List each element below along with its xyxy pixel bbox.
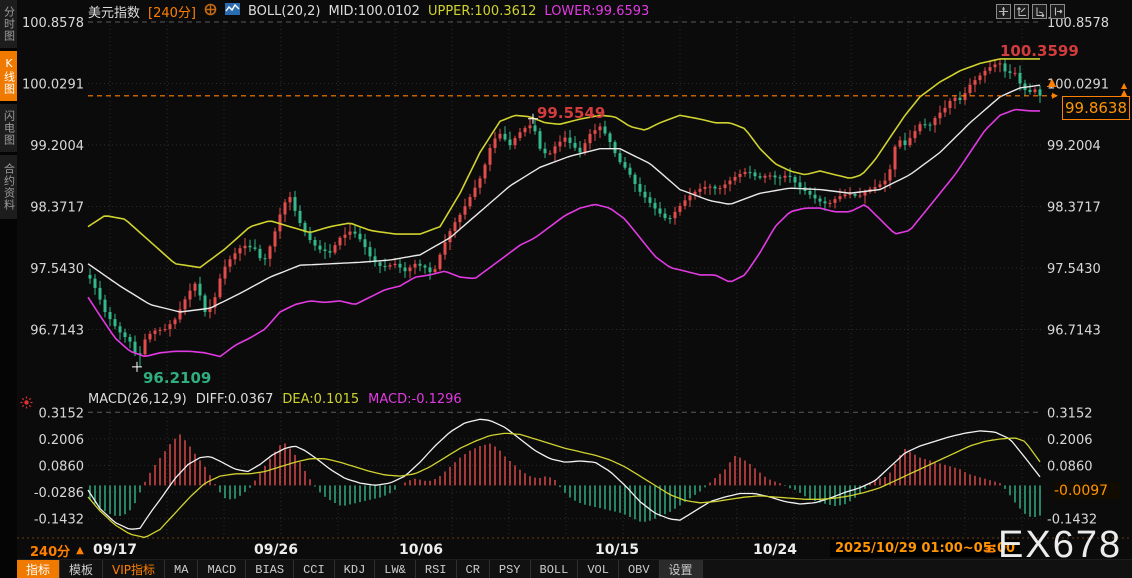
target-icon[interactable]	[204, 3, 217, 20]
chart-canvas[interactable]: 100.8578 100.8578100.0291 100.029199.2004 9…	[0, 0, 1132, 578]
timeframe-label: 240分	[30, 545, 71, 560]
toolbar-item-5[interactable]: MACD	[198, 560, 247, 578]
left-sidebar: 分时图 K线图闪电图合约资料	[0, 0, 17, 578]
alert-sun-icon[interactable]	[20, 394, 33, 413]
toolbar-item-9[interactable]: LW&	[375, 560, 416, 578]
toolbar-item-13[interactable]: BOLL	[531, 560, 579, 578]
svg-text:0.0860: 0.0860	[1047, 459, 1093, 474]
symbol-name: 美元指数	[88, 5, 141, 21]
boll-label: BOLL(20,2)	[247, 3, 321, 19]
svg-text:10/06: 10/06	[399, 542, 443, 558]
sidebar-tab-3[interactable]: 闪电图	[0, 104, 17, 152]
price-flag-icon: ▲	[1047, 77, 1057, 88]
axis-zoom-y-icon[interactable]	[1014, 4, 1029, 19]
toolbar-item-10[interactable]: RSI	[416, 560, 457, 578]
menu-icon[interactable]: ≡	[984, 541, 996, 557]
chart-header: 美元指数 [240分] BOLL(20,2) MID:100.0102 UPPE…	[88, 3, 650, 21]
sidebar-tab-1[interactable]: 分时图	[0, 0, 17, 48]
toolbar-item-6[interactable]: BIAS	[246, 560, 295, 578]
app-window: 100.8578 100.8578 100.0291 100.0291 99.2004 9…	[0, 0, 1132, 578]
annotation-period-low: 96.2109	[143, 369, 212, 387]
chart-type-icon[interactable]	[224, 3, 240, 19]
toolbar-item-1[interactable]: 指标	[17, 560, 61, 578]
svg-text:0.0860: 0.0860	[39, 459, 85, 474]
svg-text:97.5430: 97.5430	[1047, 262, 1101, 277]
indicator-toolbar: 指标 模板 VIP指标 MA MACD BIAS CCI KDJ LW& RSI CR PSY BOLL…	[17, 559, 1132, 578]
axis-zoom-x-icon[interactable]	[1032, 4, 1047, 19]
window-tool-icons	[996, 4, 1065, 19]
svg-text:09/17: 09/17	[93, 542, 137, 558]
svg-text:100.8578: 100.8578	[22, 16, 84, 31]
timeframe-up-arrow-icon: ▲	[76, 545, 84, 556]
toolbar-item-4[interactable]: MA	[165, 560, 199, 578]
svg-text:96.7143: 96.7143	[1047, 323, 1101, 338]
svg-text:-0.0286: -0.0286	[34, 486, 84, 501]
svg-text:98.3717: 98.3717	[1047, 200, 1101, 215]
timeframe-indicator[interactable]: 240分 ▲	[30, 541, 84, 560]
brand-watermark: EX678	[998, 524, 1123, 566]
macd-header: MACD(26,12,9) DIFF:0.0367 DEA:0.1015 MAC…	[88, 392, 462, 407]
svg-text:10/24: 10/24	[753, 542, 797, 558]
boll-upper-value: UPPER:100.3612	[427, 3, 537, 19]
sidebar-tab-2[interactable]: K线图	[0, 51, 17, 101]
svg-text:10/15: 10/15	[595, 542, 639, 558]
annotation-period-high: 100.3599	[1000, 42, 1079, 60]
svg-text:0.3152: 0.3152	[1047, 406, 1093, 421]
toolbar-item-8[interactable]: KDJ	[335, 560, 376, 578]
svg-text:100.0291: 100.0291	[22, 77, 84, 92]
toolbar-item-2[interactable]: 模板	[60, 560, 104, 578]
macd-dea-value: DEA:0.1015	[282, 392, 360, 407]
macd-name: MACD(26,12,9)	[88, 392, 187, 407]
toolbar-item-16[interactable]: 设置	[659, 560, 703, 578]
svg-text:96.7143: 96.7143	[30, 323, 84, 338]
svg-text:0.2006: 0.2006	[1047, 433, 1093, 448]
macd-value-badge: -0.0097	[1054, 482, 1120, 499]
crosshair-pan-icon[interactable]	[996, 4, 1011, 19]
collapse-panel-icon[interactable]	[1050, 4, 1065, 19]
boll-lower-value: LOWER:99.6593	[544, 3, 650, 19]
macd-diff-value: DIFF:0.0367	[195, 392, 274, 407]
toolbar-item-15[interactable]: OBV	[619, 560, 660, 578]
svg-text:-0.1432: -0.1432	[34, 513, 84, 528]
svg-text:99.2004: 99.2004	[1047, 139, 1101, 154]
svg-text:09/26: 09/26	[254, 542, 298, 558]
sidebar-tab-4[interactable]: 合约资料	[0, 155, 17, 219]
svg-text:0.2006: 0.2006	[39, 433, 85, 448]
toolbar-item-7[interactable]: CCI	[294, 560, 335, 578]
svg-text:97.5430: 97.5430	[30, 262, 84, 277]
svg-text:0.3152: 0.3152	[39, 406, 85, 421]
annotation-swing-high: 99.5549	[537, 104, 606, 122]
svg-text:99.2004: 99.2004	[30, 139, 84, 154]
toolbar-item-12[interactable]: PSY	[490, 560, 531, 578]
boll-mid-value: MID:100.0102	[328, 3, 420, 19]
toolbar-item-3[interactable]: VIP指标	[103, 560, 166, 578]
macd-hist-value: MACD:-0.1296	[368, 392, 462, 407]
period-label: [240分]	[148, 5, 196, 21]
toolbar-item-11[interactable]: CR	[457, 560, 490, 578]
toolbar-item-14[interactable]: VOL	[578, 560, 619, 578]
svg-text:98.3717: 98.3717	[30, 200, 84, 215]
last-price-badge: 99.8638	[1062, 96, 1130, 120]
axis-edge-arrows-icon: ▲ ▲	[1121, 81, 1128, 97]
